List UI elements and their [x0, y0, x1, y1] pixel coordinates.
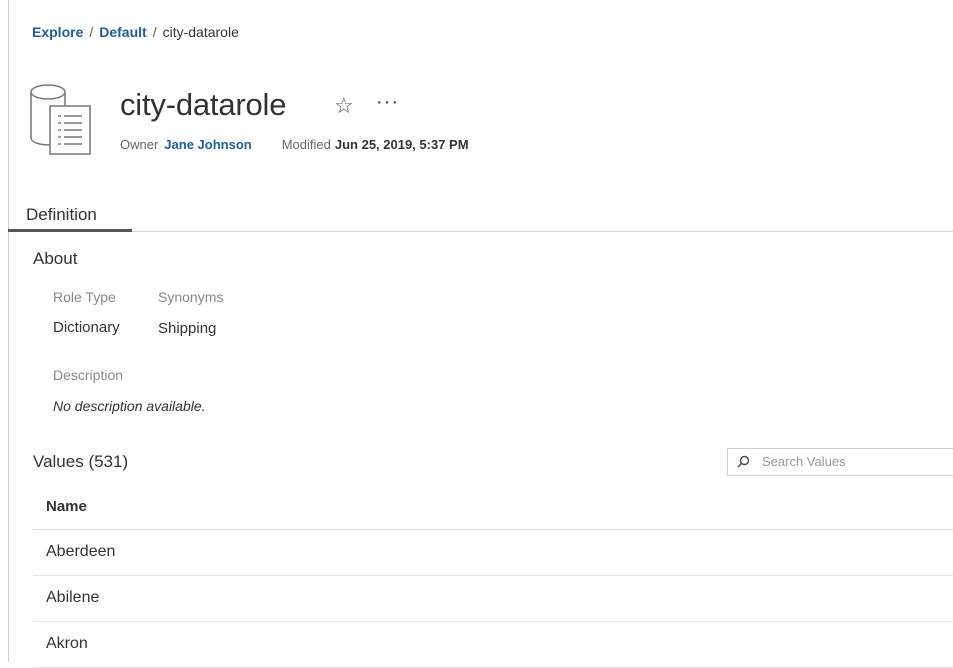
synonyms-label: Synonyms [158, 289, 224, 305]
breadcrumb-link-explore[interactable]: Explore [32, 24, 83, 40]
breadcrumb-link-default[interactable]: Default [99, 24, 146, 40]
table-row[interactable]: Aberdeen [33, 530, 953, 576]
synonyms-value: Shipping [158, 320, 217, 337]
meta-row: Owner Jane Johnson Modified Jun 25, 2019, 5… [120, 137, 469, 152]
page-left-border [8, 0, 9, 662]
table-row[interactable]: Akron [33, 622, 953, 668]
values-heading: Values (531) [33, 452, 129, 471]
page-title: city-datarole [120, 87, 287, 122]
role-type-value: Dictionary [53, 319, 120, 336]
search-box[interactable] [727, 448, 953, 476]
breadcrumb-separator: / [152, 24, 157, 40]
values-table: Name Aberdeen Abilene Akron [33, 490, 953, 668]
owner-label: Owner [120, 137, 159, 152]
more-actions-icon[interactable]: ··· [376, 91, 399, 114]
search-icon [737, 455, 750, 468]
owner-link[interactable]: Jane Johnson [164, 137, 251, 152]
breadcrumb-separator: / [89, 24, 94, 40]
tab-divider [8, 231, 953, 232]
role-type-label: Role Type [53, 289, 116, 305]
column-header-name[interactable]: Name [33, 490, 953, 530]
description-label: Description [53, 367, 124, 383]
data-role-icon [30, 84, 91, 155]
modified-label: Modified [281, 137, 331, 152]
search-input[interactable] [760, 453, 944, 470]
about-heading: About [33, 249, 78, 268]
description-value: No description available. [53, 398, 206, 414]
tab-active-indicator [8, 229, 132, 232]
modified-value: Jun 25, 2019, 5:37 PM [334, 137, 469, 152]
tab-definition[interactable]: Definition [26, 205, 97, 225]
star-icon[interactable]: ☆ [334, 93, 354, 119]
breadcrumb-current: city-datarole [162, 24, 239, 40]
breadcrumb: Explore / Default / city-datarole [32, 24, 239, 40]
table-row[interactable]: Abilene [33, 576, 953, 622]
